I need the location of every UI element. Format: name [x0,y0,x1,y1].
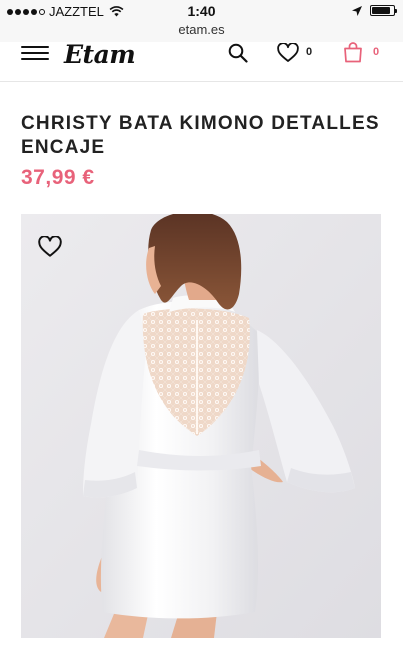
product-image[interactable] [21,214,381,638]
status-bar-right [352,5,397,16]
location-arrow-icon [352,5,362,16]
wishlist-heart-icon[interactable] [38,236,62,258]
menu-icon-bar [21,58,49,60]
menu-icon-bar [21,46,49,48]
wishlist-count: 0 [306,46,313,58]
heart-icon[interactable] [277,43,299,63]
browser-url-bar[interactable]: etam.es [0,22,403,42]
cart-count: 0 [373,46,380,58]
site-header: Etam 0 0 [0,40,403,82]
shopping-bag-icon[interactable] [343,42,363,63]
product-price: 37,99 € [21,166,95,189]
menu-icon-bar [21,52,49,54]
status-bar: JAZZTEL 1:40 [0,0,403,22]
battery-level [372,7,390,14]
battery-icon [370,5,397,16]
product-title: CHRISTY BATA KIMONO DETALLES ENCAJE [21,113,380,158]
url-text: etam.es [178,22,225,37]
clock: 1:40 [187,3,216,19]
logo[interactable]: Etam [64,40,136,69]
search-icon[interactable] [228,43,248,63]
product-photo [21,214,381,638]
menu-button[interactable] [21,46,49,62]
